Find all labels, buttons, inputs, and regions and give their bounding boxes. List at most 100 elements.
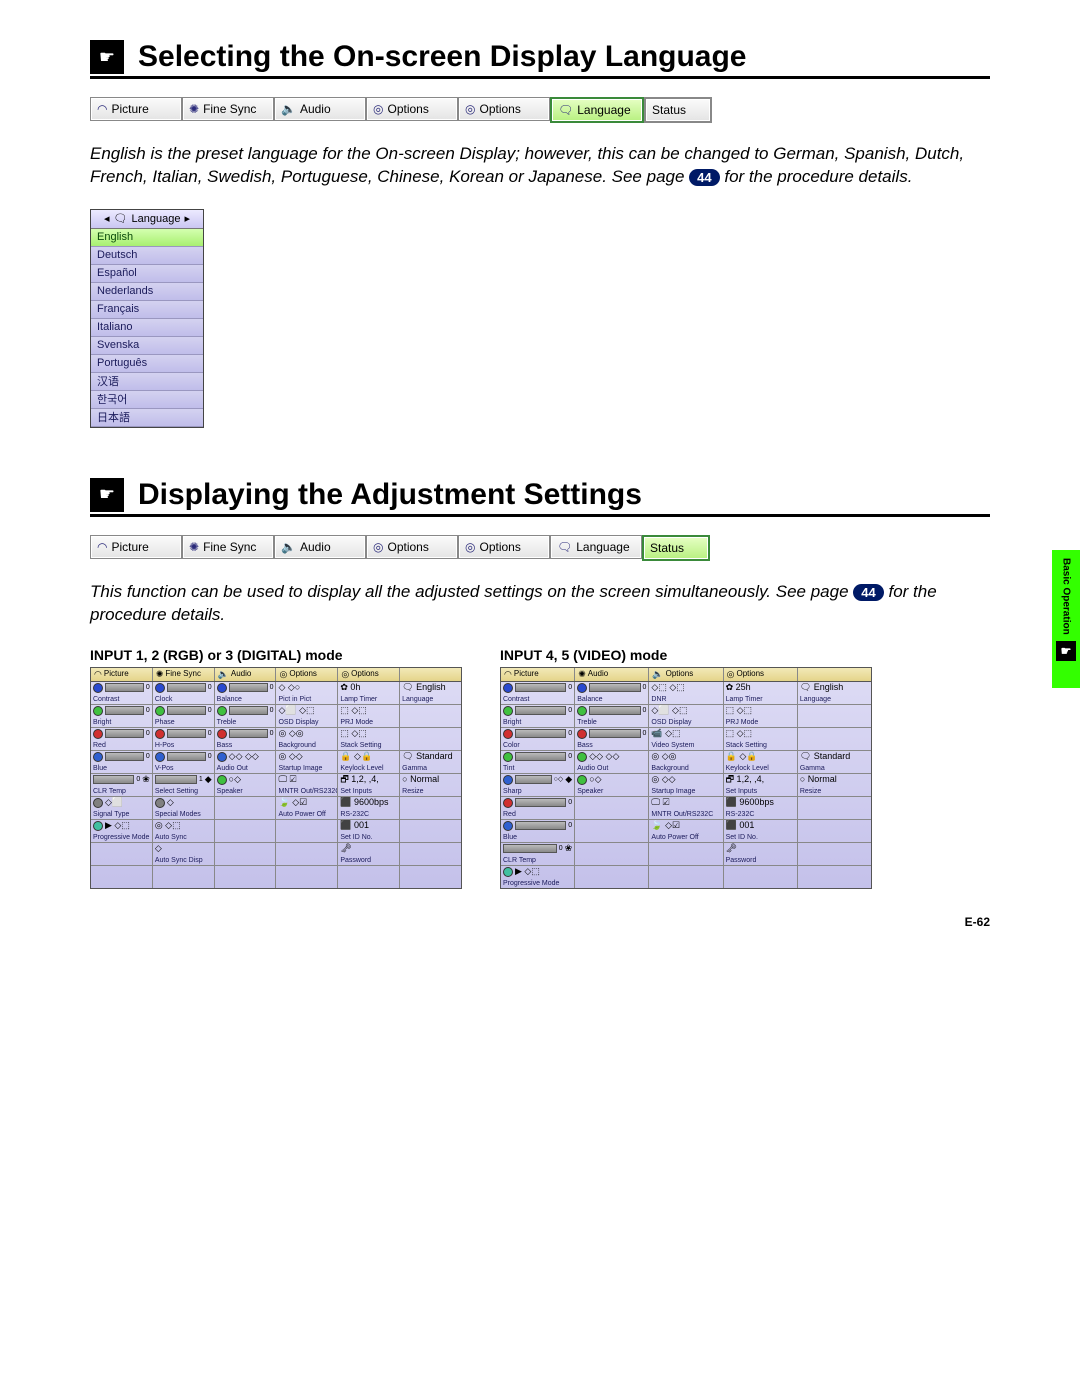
- status-label: Password: [340, 857, 397, 864]
- status-label: Startup Image: [278, 765, 335, 772]
- status-value: 0: [568, 684, 572, 691]
- status-label: OSD Display: [278, 719, 335, 726]
- status-label: Bass: [577, 742, 646, 749]
- audio-icon: 🔈: [281, 540, 296, 554]
- status-glyph-icon: ◎ ◇◎: [278, 729, 303, 738]
- status-cell: 🗝Password: [338, 843, 400, 865]
- status-row: 0Bright0Phase0Treble◇⬜ ◇⬚OSD Display⬚ ◇⬚…: [91, 705, 461, 728]
- menu-tab-audio[interactable]: 🔈 Audio: [274, 535, 366, 559]
- status-glyph-icon: ◎ ◇⬚: [155, 821, 181, 830]
- language-item[interactable]: English: [91, 229, 203, 247]
- slider-bar: [167, 752, 206, 761]
- status-cell: ○ NormalResize: [798, 774, 871, 796]
- status-label: Tint: [503, 765, 572, 772]
- slider-bar: [515, 821, 566, 830]
- header-icon: 🔈: [652, 670, 663, 679]
- menu-tab-options[interactable]: ◎Options: [458, 97, 550, 121]
- tab-label: Audio: [300, 540, 331, 554]
- status-glyph-icon: ○◇: [229, 775, 241, 784]
- language-item[interactable]: Español: [91, 265, 203, 283]
- status-cell: [798, 820, 871, 842]
- language-item[interactable]: Nederlands: [91, 283, 203, 301]
- header-label: Options: [351, 670, 379, 678]
- language-item[interactable]: Français: [91, 301, 203, 319]
- status-cell: ◇◇ ◇◇Audio Out: [215, 751, 277, 773]
- status-label: Treble: [577, 719, 646, 726]
- header-icon: ✺: [578, 670, 586, 679]
- status-value: 0: [568, 753, 572, 760]
- status-header-cell: ✺Fine Sync: [153, 668, 215, 681]
- status-block-left: INPUT 1, 2 (RGB) or 3 (DIGITAL) mode ◠Pi…: [90, 647, 460, 889]
- slider-bar: [229, 729, 268, 738]
- status-glyph-icon: ⬛ 001: [726, 821, 755, 830]
- status-dot-icon: [93, 752, 103, 762]
- tab-label: Options: [387, 540, 428, 554]
- status-glyph-icon: ❀: [142, 775, 150, 784]
- slider-bar: [167, 683, 206, 692]
- status-cell: 0Balance: [215, 682, 277, 704]
- menu-tab-options[interactable]: ◎Options: [366, 535, 458, 559]
- status-cell: [798, 843, 871, 865]
- status-header-cell: ◎Options: [724, 668, 798, 681]
- status-label: Speaker: [217, 788, 274, 795]
- status-cell: 0H-Pos: [153, 728, 215, 750]
- menu-tab-options[interactable]: ◎Options: [366, 97, 458, 121]
- status-glyph-icon: ◇⬜: [105, 798, 123, 807]
- section2-body-pre: This function can be used to display all…: [90, 582, 853, 601]
- menu-tab-picture[interactable]: ◠Picture: [90, 97, 182, 121]
- status-label: Progressive Mode: [503, 880, 572, 887]
- menu-tab-fine-sync[interactable]: ✺Fine Sync: [182, 535, 274, 559]
- language-item[interactable]: Português: [91, 355, 203, 373]
- status-label: Background: [278, 742, 335, 749]
- slider-bar: [93, 775, 134, 784]
- status-cell: ○◇Speaker: [575, 774, 649, 796]
- status-cell: [338, 866, 400, 888]
- language-item[interactable]: Italiano: [91, 319, 203, 337]
- side-tab-label: Basic Operation: [1061, 558, 1072, 635]
- language-item[interactable]: Deutsch: [91, 247, 203, 265]
- status-cell: 🔒 ◇🔒Keylock Level: [338, 751, 400, 773]
- header-label: Fine Sync: [165, 670, 201, 678]
- status-cell: 0 Treble: [575, 705, 649, 727]
- header-icon: ◎: [727, 670, 735, 679]
- menu-tab-language[interactable]: 🗨Language: [550, 535, 642, 559]
- status-value: 0: [270, 684, 274, 691]
- menu-tab-picture[interactable]: ◠Picture: [90, 535, 182, 559]
- menu-tab-status[interactable]: Status: [642, 535, 710, 561]
- status-cell: 0Contrast: [501, 682, 575, 704]
- menu-tab-options[interactable]: ◎Options: [458, 535, 550, 559]
- status-dot-icon: [577, 775, 587, 785]
- status-label: Gamma: [800, 765, 869, 772]
- status-label: Resize: [402, 788, 459, 795]
- status-glyph-icon: ✿ 25h: [726, 683, 751, 692]
- status-grid-right: ◠Picture✺Audio🔈Options◎Options0Contrast0…: [500, 667, 872, 889]
- status-glyph-icon: ◎ ◇◇: [651, 775, 675, 784]
- menu-tab-language[interactable]: 🗨Language: [550, 97, 644, 123]
- language-item[interactable]: 한국어: [91, 391, 203, 409]
- status-dot-icon: [93, 706, 103, 716]
- status-cell: 0Red: [501, 797, 575, 819]
- status-header-cell: 🔈Options: [649, 668, 723, 681]
- status-cell: 🗝Password: [724, 843, 798, 865]
- status-value: 0: [146, 707, 150, 714]
- menu-tab-audio[interactable]: 🔈Audio: [274, 97, 366, 121]
- status-dot-icon: [217, 706, 227, 716]
- language-item[interactable]: 汉语: [91, 373, 203, 391]
- status-label: Special Modes: [155, 811, 212, 818]
- section1-body-post: for the procedure details.: [724, 167, 912, 186]
- language-item[interactable]: Svenska: [91, 337, 203, 355]
- status-glyph-icon: ⬚ ◇⬚: [726, 706, 752, 715]
- status-label: V-Pos: [155, 765, 212, 772]
- language-item[interactable]: 日本語: [91, 409, 203, 427]
- status-label: Keylock Level: [340, 765, 397, 772]
- status-cell: 🗗 1,2, ,4,Set Inputs: [338, 774, 400, 796]
- status-cell: ◎ ◇◇Startup Image: [649, 774, 723, 796]
- menu-tab-status[interactable]: Status: [644, 97, 712, 123]
- status-label: Audio Out: [577, 765, 646, 772]
- status-cell: 0Red: [91, 728, 153, 750]
- slider-bar: [589, 683, 640, 692]
- status-label: Bass: [217, 742, 274, 749]
- status-value: 0: [643, 707, 647, 714]
- menu-tab-fine-sync[interactable]: ✺Fine Sync: [182, 97, 274, 121]
- status-cell: [400, 843, 461, 865]
